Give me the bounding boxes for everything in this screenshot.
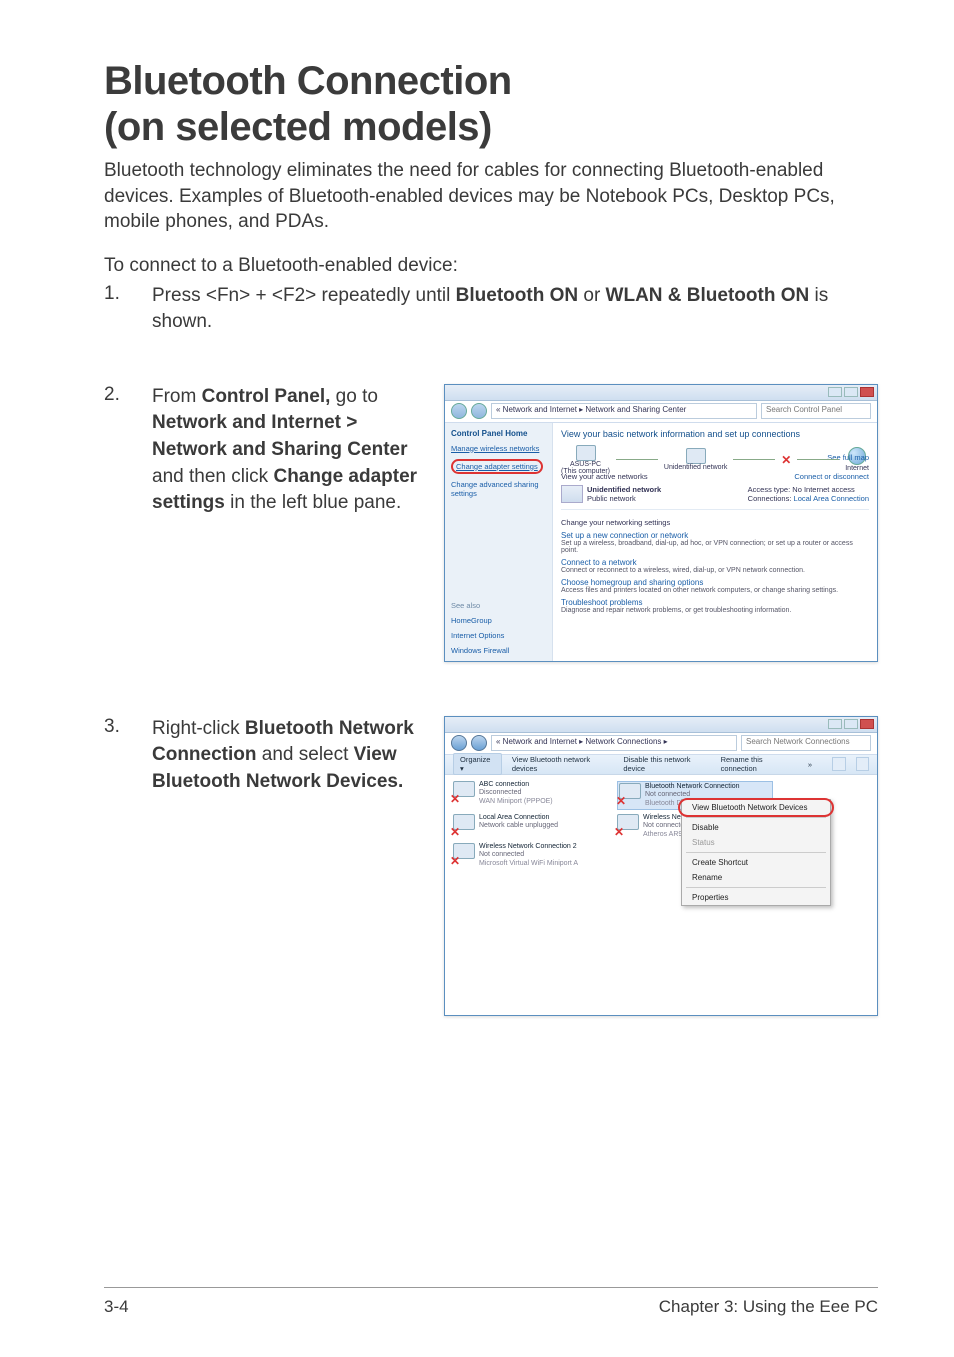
search-field[interactable]: Search Network Connections (741, 735, 871, 751)
sidebar-change-adapter[interactable]: Change adapter settings (451, 459, 546, 474)
toolbar-rename-connection[interactable]: Rename this connection (721, 755, 798, 773)
maximize-button[interactable] (844, 719, 858, 729)
disconnected-icon: ✕ (781, 453, 791, 467)
window-titlebar (445, 385, 877, 401)
network-icon (686, 448, 706, 464)
connect-disconnect-link[interactable]: Connect or disconnect (794, 472, 869, 481)
step-1: 1. Press <Fn> + <F2> repeatedly until Bl… (104, 283, 878, 336)
maximize-button[interactable] (844, 387, 858, 397)
help-icon[interactable] (856, 757, 870, 771)
connection-item[interactable]: ✕ ABC connectionDisconnectedWAN Miniport… (453, 781, 609, 810)
step-text: Right-click Bluetooth Network Connection… (152, 716, 434, 1016)
network-diagram: ASUS-PC(This computer) Unidentified netw… (561, 445, 869, 475)
chapter-label: Chapter 3: Using the Eee PC (659, 1297, 878, 1317)
connections-pane: ✕ ABC connectionDisconnectedWAN Miniport… (445, 775, 877, 1015)
view-icon[interactable] (832, 757, 846, 771)
connection-item[interactable]: ✕ Wireless Network Connection 2Not conne… (453, 843, 609, 868)
menu-status: Status (682, 835, 830, 850)
disconnected-x-icon: ✕ (450, 825, 460, 839)
sidebar-homegroup[interactable]: HomeGroup (451, 616, 546, 625)
main-pane: View your basic network information and … (553, 423, 877, 661)
organize-button[interactable]: Organize ▾ (453, 753, 502, 775)
local-area-connection-link[interactable]: Local Area Connection (794, 494, 869, 503)
screenshot-network-connections: « Network and Internet ▸ Network Connect… (444, 716, 878, 1016)
network-status: Unidentified network Public network Acce… (561, 485, 869, 503)
toolbar-disable-device[interactable]: Disable this network device (623, 755, 710, 773)
menu-create-shortcut[interactable]: Create Shortcut (682, 855, 830, 870)
step-text: Press <Fn> + <F2> repeatedly until Bluet… (152, 283, 878, 336)
address-field[interactable]: « Network and Internet ▸ Network Connect… (491, 735, 737, 751)
sidebar: Control Panel Home Manage wireless netwo… (445, 423, 553, 661)
active-networks-label: View your active networks Connect or dis… (561, 472, 869, 481)
minimize-button[interactable] (828, 719, 842, 729)
step-3: 3. Right-click Bluetooth Network Connect… (104, 716, 878, 1016)
address-field[interactable]: « Network and Internet ▸ Network and Sha… (491, 403, 757, 419)
computer-icon (576, 445, 596, 461)
minimize-button[interactable] (828, 387, 842, 397)
disconnected-x-icon: ✕ (450, 854, 460, 868)
step-number: 1. (104, 283, 152, 305)
sidebar-change-advanced[interactable]: Change advanced sharing settings (451, 480, 546, 498)
sidebar-manage-wireless[interactable]: Manage wireless networks (451, 444, 546, 453)
menu-view-bt-devices[interactable]: View Bluetooth Network Devices (682, 800, 830, 815)
troubleshoot-problems[interactable]: Troubleshoot problemsDiagnose and repair… (561, 598, 869, 614)
toolbar-view-bt-devices[interactable]: View Bluetooth network devices (512, 755, 614, 773)
forward-button[interactable] (471, 403, 487, 419)
context-menu: View Bluetooth Network Devices Disable S… (681, 799, 831, 906)
step-text: From Control Panel, go to Network and In… (152, 384, 434, 662)
toolbar: Organize ▾ View Bluetooth network device… (445, 755, 877, 775)
step-number: 3. (104, 716, 152, 1016)
back-button[interactable] (451, 735, 467, 751)
sidebar-see-also: See also (451, 601, 546, 610)
close-button[interactable] (860, 719, 874, 729)
menu-properties[interactable]: Properties (682, 890, 830, 905)
change-networking-label: Change your networking settings (561, 518, 869, 527)
intro-paragraph: Bluetooth technology eliminates the need… (104, 158, 878, 235)
title-line-2: (on selected models) (104, 105, 492, 149)
disconnected-x-icon: ✕ (614, 825, 624, 839)
setup-new-connection[interactable]: Set up a new connection or networkSet up… (561, 531, 869, 554)
connection-item[interactable]: ✕ Local Area ConnectionNetwork cable unp… (453, 814, 609, 839)
sidebar-home[interactable]: Control Panel Home (451, 429, 546, 438)
main-title: View your basic network information and … (561, 429, 869, 439)
network-status-icon (561, 485, 583, 503)
toolbar-more[interactable]: » (808, 760, 812, 769)
sidebar-windows-firewall[interactable]: Windows Firewall (451, 646, 546, 655)
page-title: Bluetooth Connection (on selected models… (104, 58, 878, 150)
disconnected-x-icon: ✕ (616, 794, 626, 808)
step-2: 2. From Control Panel, go to Network and… (104, 384, 878, 662)
disconnected-x-icon: ✕ (450, 792, 460, 806)
menu-rename[interactable]: Rename (682, 870, 830, 885)
window-titlebar (445, 717, 877, 733)
address-bar: « Network and Internet ▸ Network and Sha… (445, 401, 877, 423)
lead-line: To connect to a Bluetooth-enabled device… (104, 253, 878, 279)
close-button[interactable] (860, 387, 874, 397)
sidebar-internet-options[interactable]: Internet Options (451, 631, 546, 640)
search-field[interactable]: Search Control Panel (761, 403, 871, 419)
step-number: 2. (104, 384, 152, 662)
forward-button[interactable] (471, 735, 487, 751)
homegroup-sharing[interactable]: Choose homegroup and sharing optionsAcce… (561, 578, 869, 594)
page-footer: 3-4 Chapter 3: Using the Eee PC (104, 1297, 878, 1317)
connect-to-network[interactable]: Connect to a networkConnect or reconnect… (561, 558, 869, 574)
page-number: 3-4 (104, 1297, 129, 1317)
address-bar: « Network and Internet ▸ Network Connect… (445, 733, 877, 755)
screenshot-network-sharing-center: « Network and Internet ▸ Network and Sha… (444, 384, 878, 662)
menu-disable[interactable]: Disable (682, 820, 830, 835)
back-button[interactable] (451, 403, 467, 419)
title-line-1: Bluetooth Connection (104, 59, 512, 103)
